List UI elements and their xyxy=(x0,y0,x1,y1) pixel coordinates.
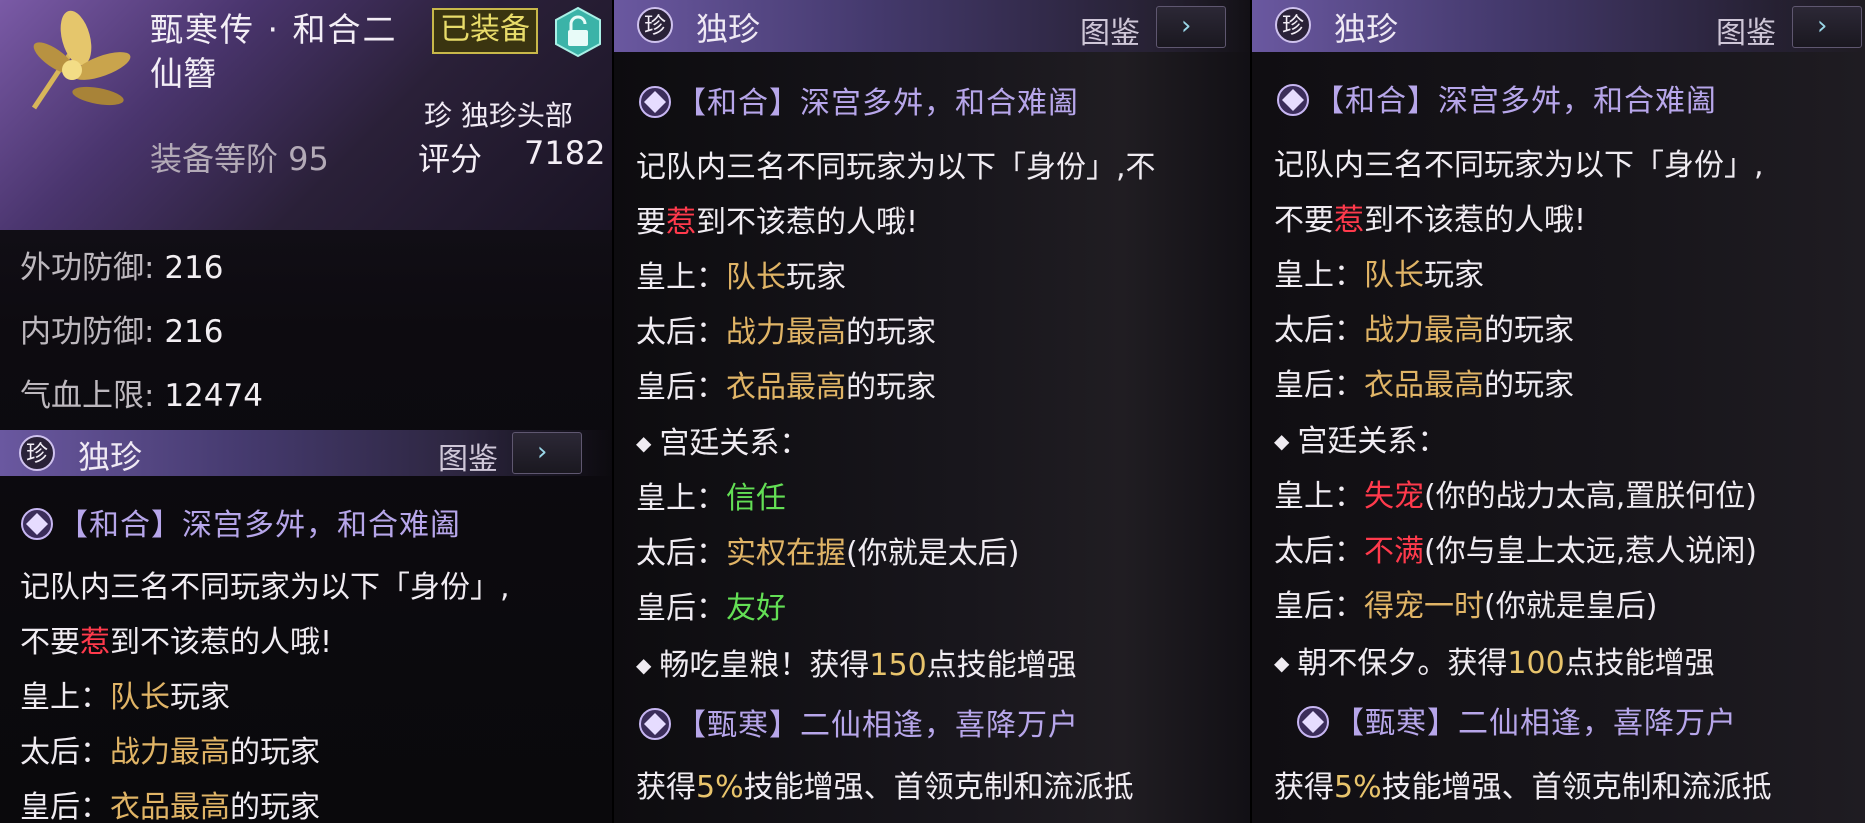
effect-description: 记队内三名不同玩家为以下「身份」, xyxy=(20,570,510,605)
set-effect-heading: 【和合】深宫多舛，和合难阖 xyxy=(1276,76,1717,120)
equipped-badge: 已装备 xyxy=(432,8,538,54)
effect-tooltip-panel-middle: 珍 独珍 图鉴 › 【和合】深宫多舛，和合难阖 记队内三名不同玩家为以下「身份」… xyxy=(614,0,1250,823)
role-dowager: 太后：战力最高的玩家 xyxy=(20,735,320,770)
rarity-badge-icon: 珍 xyxy=(637,7,673,43)
diamond-set-icon xyxy=(639,86,671,118)
section-title: 独珍 xyxy=(78,438,143,476)
catalog-arrow-button[interactable]: › xyxy=(1792,6,1862,48)
set2-description: 获得5%技能增强、首领克制和流派抵 xyxy=(1274,770,1772,805)
diamond-set-icon xyxy=(1277,84,1309,116)
court-relations-heading: ◆ 宫廷关系： xyxy=(1274,424,1448,459)
diamond-set-icon xyxy=(21,508,53,540)
effect-description-2: 要惹到不该惹的人哦! xyxy=(636,205,919,240)
lock-icon[interactable] xyxy=(552,6,604,58)
catalog-label: 图鉴 xyxy=(1080,16,1140,51)
score-label: 评分 xyxy=(418,140,483,178)
relation-empress: 皇后：友好 xyxy=(636,591,786,626)
svg-text:珍: 珍 xyxy=(644,14,666,39)
bonus-line: ◆ 畅吃皇粮！获得150点技能增强 xyxy=(636,648,1077,683)
role-dowager: 太后：战力最高的玩家 xyxy=(636,315,936,350)
rarity-category: 珍 独珍头部 xyxy=(424,99,573,132)
set-effect-heading-2: 【甄寒】二仙相逢，喜降万户 xyxy=(638,700,1079,744)
rarity-badge-icon: 珍 xyxy=(19,435,55,471)
court-relations-heading: ◆ 宫廷关系： xyxy=(636,426,810,461)
hairpin-icon xyxy=(31,10,131,110)
equipment-level: 装备等阶 95 xyxy=(150,140,329,178)
role-dowager: 太后：战力最高的玩家 xyxy=(1274,313,1574,348)
relation-empress: 皇后：得宠一时(你就是皇后) xyxy=(1274,589,1658,624)
item-name: 甄寒传 · 和合二 xyxy=(150,10,398,49)
arrow-right-icon: › xyxy=(1817,11,1828,41)
effect-description-2: 不要惹到不该惹的人哦! xyxy=(20,625,333,660)
catalog-arrow-button[interactable]: › xyxy=(512,432,582,474)
effect-tooltip-panel-right: 珍 独珍 图鉴 › 【和合】深宫多舛，和合难阖 记队内三名不同玩家为以下「身份」… xyxy=(1252,0,1865,823)
relation-emperor: 皇上：失宠(你的战力太高,置朕何位) xyxy=(1274,479,1757,514)
stat-max-hp: 气血上限: 12474 xyxy=(20,378,263,414)
role-emperor: 皇上：队长玩家 xyxy=(636,260,846,295)
set-effect-heading: 【和合】深宫多舛，和合难阖 xyxy=(638,78,1079,122)
effect-description-2: 不要惹到不该惹的人哦! xyxy=(1274,203,1587,238)
relation-dowager: 太后：不满(你与皇上太远,惹人说闲) xyxy=(1274,534,1757,569)
section-title: 独珍 xyxy=(696,10,761,48)
set2-description: 获得5%技能增强、首领克制和流派抵 xyxy=(636,770,1134,805)
bonus-line: ◆ 朝不保夕。获得100点技能增强 xyxy=(1274,646,1715,681)
relation-dowager: 太后：实权在握(你就是太后) xyxy=(636,536,1020,571)
catalog-arrow-button[interactable]: › xyxy=(1156,6,1226,48)
diamond-set-icon xyxy=(1297,706,1329,738)
effect-description: 记队内三名不同玩家为以下「身份」,不 xyxy=(636,150,1156,185)
svg-text:珍: 珍 xyxy=(26,442,48,467)
role-emperor: 皇上：队长玩家 xyxy=(1274,258,1484,293)
diamond-set-icon xyxy=(639,708,671,740)
effect-description: 记队内三名不同玩家为以下「身份」, xyxy=(1274,148,1764,183)
score-value: 7182 xyxy=(524,134,606,172)
stat-external-defense: 外功防御: 216 xyxy=(20,250,224,286)
catalog-label: 图鉴 xyxy=(438,442,498,477)
role-empress: 皇后：衣品最高的玩家 xyxy=(20,790,320,823)
rarity-badge-icon: 珍 xyxy=(1275,7,1311,43)
item-name-line2: 仙簪 xyxy=(150,54,216,93)
role-empress: 皇后：衣品最高的玩家 xyxy=(636,370,936,405)
stat-internal-defense: 内功防御: 216 xyxy=(20,314,224,350)
item-header: 甄寒传 · 和合二 仙簪 已装备 珍 独珍头部 装备等阶 95 评分 7182 xyxy=(0,0,612,230)
svg-text:珍: 珍 xyxy=(1282,14,1304,39)
relation-emperor: 皇上：信任 xyxy=(636,481,786,516)
role-emperor: 皇上：队长玩家 xyxy=(20,680,230,715)
item-tooltip-panel: 甄寒传 · 和合二 仙簪 已装备 珍 独珍头部 装备等阶 95 评分 7182 … xyxy=(0,0,612,823)
catalog-label: 图鉴 xyxy=(1716,16,1776,51)
arrow-right-icon: › xyxy=(537,437,548,467)
section-title: 独珍 xyxy=(1334,10,1399,48)
set-effect-heading: 【和合】深宫多舛，和合难阖 xyxy=(20,500,461,544)
role-empress: 皇后：衣品最高的玩家 xyxy=(1274,368,1574,403)
set-effect-heading-2: 【甄寒】二仙相逢，喜降万户 xyxy=(1296,698,1737,742)
arrow-right-icon: › xyxy=(1181,11,1192,41)
